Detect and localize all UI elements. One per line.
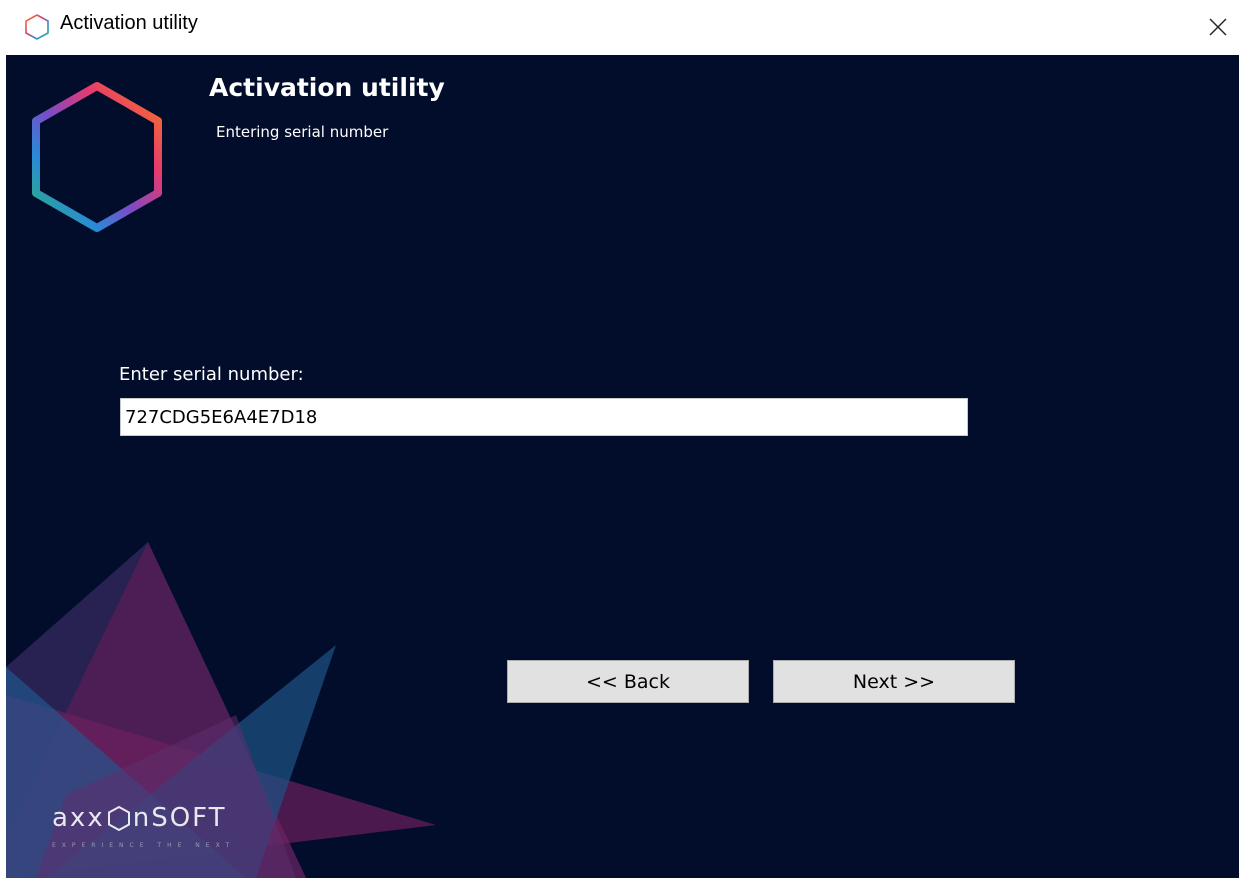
brand-tagline: EXPERIENCE THE NEXT [52,842,236,849]
page-title: Activation utility [209,73,445,102]
brand-name-right: nSOFT [132,803,227,833]
serial-number-label: Enter serial number: [119,364,304,385]
brand-name-left: axx [52,803,105,833]
page-subtitle: Entering serial number [216,123,389,141]
next-button[interactable]: Next >> [773,660,1015,703]
serial-number-input[interactable] [120,398,968,436]
gradient-hexagon-logo [32,82,162,232]
axxonsoft-logo: axx nSOFT [52,803,227,833]
wizard-panel: Activation utility Entering serial numbe… [6,55,1239,878]
brand-hexagon-icon [107,805,130,831]
background-decoration [6,542,436,878]
window-title: Activation utility [60,12,198,34]
back-button[interactable]: << Back [507,660,749,703]
activation-window: Activation utility Activation utility En… [0,0,1239,878]
close-button[interactable] [1196,3,1239,51]
title-bar: Activation utility [0,0,1239,55]
hexagon-outline-icon [25,14,49,40]
close-icon [1209,18,1226,36]
